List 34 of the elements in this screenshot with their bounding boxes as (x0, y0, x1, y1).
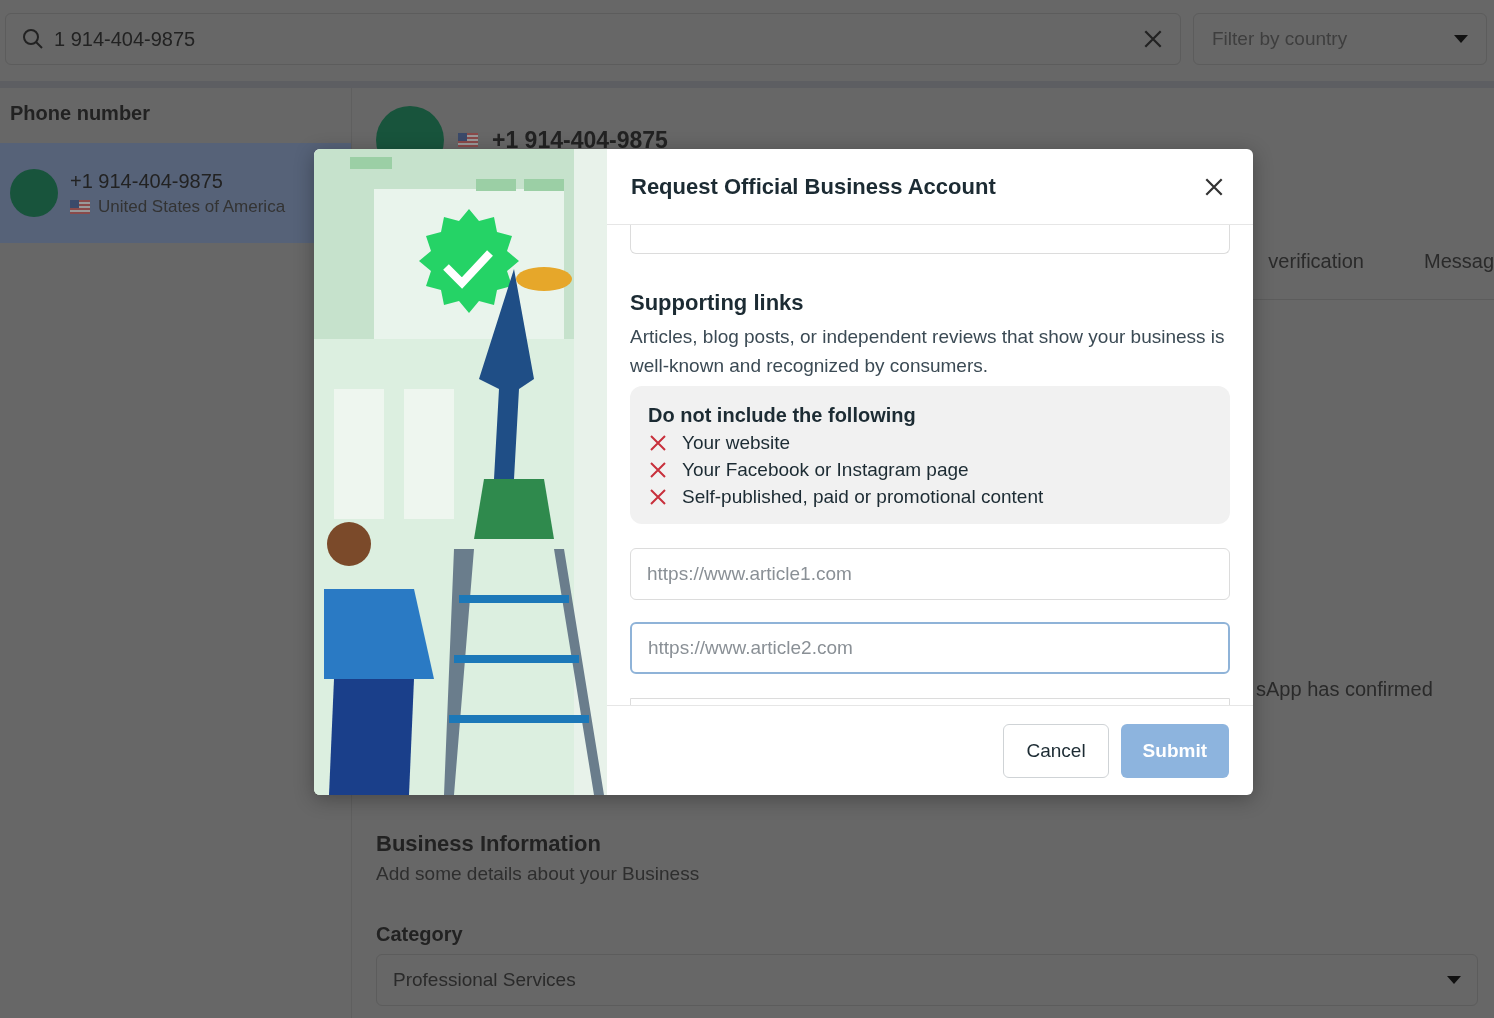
tab[interactable]: Messag (1423, 250, 1494, 299)
section-title: Business Information (376, 831, 602, 857)
search-field[interactable]: 1 914-404-9875 (5, 13, 1181, 65)
cross-icon (648, 460, 668, 480)
section-subtitle: Add some details about your Business (376, 863, 701, 885)
cancel-button[interactable]: Cancel (1003, 723, 1109, 778)
link-input[interactable]: https://www.article2.com (630, 622, 1230, 674)
section-description: Articles, blog posts, or independent reviews that show your business is well-known and recognized by consumers. (630, 325, 1226, 378)
column-heading: Phone number (9, 101, 151, 126)
exclusion-item: Self-published, paid or promotional content (682, 486, 1044, 508)
cross-icon (648, 433, 668, 453)
notice-text: sApp has confirmed (1256, 678, 1434, 701)
caret-icon (1454, 35, 1468, 43)
field-label: Category (376, 923, 464, 946)
flag-icon (70, 199, 90, 214)
search-icon (22, 28, 44, 50)
panel-title: Do not include the following (648, 404, 917, 427)
phone-number: +1 914-404-9875 (492, 126, 668, 154)
avatar-icon (10, 169, 58, 217)
category-select[interactable]: Professional Services (376, 954, 1478, 1006)
link-input[interactable]: https://www.article1.com (630, 548, 1230, 600)
caret-icon (1447, 976, 1461, 984)
exclusion-item: Your website (682, 432, 791, 454)
clear-icon (1142, 28, 1164, 50)
tab[interactable]: verification (1268, 250, 1364, 299)
cross-icon (648, 487, 668, 507)
phone-number: +1 914-404-9875 (70, 169, 224, 193)
exclusion-item: Your Facebook or Instagram page (682, 459, 969, 481)
dialog-title: Request Official Business Account (631, 173, 996, 200)
country-name: United States of America (98, 196, 286, 217)
section-title: Supporting links (630, 290, 805, 316)
flag-icon (458, 133, 478, 147)
input-field[interactable] (630, 225, 1230, 254)
phone-list-item[interactable]: +1 914-404-9875 United States of America (0, 143, 351, 243)
